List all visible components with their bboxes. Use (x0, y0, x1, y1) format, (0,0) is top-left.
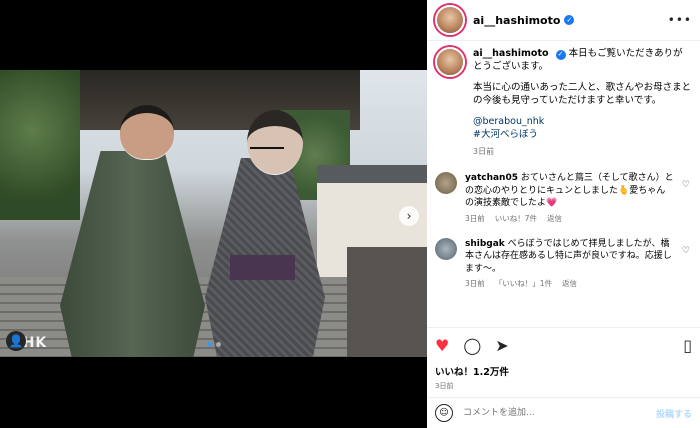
comment-composer: ☺ 投稿する (427, 397, 700, 428)
carousel-dot (215, 342, 221, 347)
caption-avatar[interactable] (435, 47, 465, 77)
caption-hashtag[interactable]: #大河べらぼう (473, 128, 692, 141)
share-icon[interactable]: ➤ (495, 338, 508, 354)
comment-time: 3日前 (465, 213, 485, 223)
comment-input[interactable] (461, 407, 648, 419)
comment-time: 3日前 (465, 279, 485, 288)
likes-count[interactable]: いいね！1.2万件 (427, 364, 700, 378)
user-tag-icon[interactable]: 👤 (6, 331, 26, 351)
post-media[interactable]: NHK 👤 › (0, 0, 427, 428)
reply-button[interactable]: 返信 (547, 213, 562, 224)
header-username[interactable]: ai__hashimoto (473, 14, 560, 27)
comment-heart-icon[interactable]: ♡ (682, 246, 690, 256)
caption-username[interactable]: ai__hashimoto (473, 48, 549, 59)
caption-mention[interactable]: @berabou_nhk (473, 115, 692, 128)
caption-time: 3日前 (473, 147, 495, 156)
reply-button[interactable]: 返信 (562, 278, 577, 289)
heart-icon[interactable]: ♥ (435, 338, 449, 354)
man-in-kimono (60, 105, 205, 357)
verified-badge-icon: ✓ (555, 49, 566, 60)
verified-badge-icon: ✓ (564, 15, 575, 25)
post-photo: NHK 👤 › (0, 70, 427, 357)
comment-likes[interactable]: 「いいね！」1件 (495, 278, 552, 289)
carousel-dot-active (206, 342, 212, 347)
comment-heart-icon[interactable]: ♡ (682, 180, 690, 190)
emoji-icon[interactable]: ☺ (435, 404, 453, 422)
carousel-dots (0, 342, 427, 347)
comment-avatar[interactable] (435, 237, 457, 260)
action-bar: ♥ ◯ ➤ ▯ (427, 327, 700, 364)
post-sidebar: ai__hashimoto ✓ ••• ai__hashimoto ✓ 本日もご… (427, 0, 700, 428)
avatar[interactable] (435, 5, 465, 35)
comment-item: shibgak べらぼうではじめて拝見しましたが、橋本さんは存在感あるし特に声が… (435, 237, 692, 290)
comment-likes[interactable]: いいね！7件 (495, 213, 537, 224)
caption: ai__hashimoto ✓ 本日もご覧いただきありがとうございます。 本当に… (435, 47, 692, 158)
comments-area[interactable]: ai__hashimoto ✓ 本日もご覧いただきありがとうございます。 本当に… (427, 41, 700, 327)
caption-line2: 本当に心の通いあった二人と、歌さんやお母さまとの今後も見守っていただけますと幸い… (473, 82, 692, 106)
comment-icon[interactable]: ◯ (463, 338, 481, 354)
comment-item: yatchan05 おていさんと蔦三（そして歌さん）との恋心のやりとりにキュンと… (435, 172, 692, 224)
more-options-icon[interactable]: ••• (668, 13, 692, 27)
woman-in-kimono (205, 110, 325, 357)
comment-username[interactable]: shibgak (465, 239, 505, 249)
comment-username[interactable]: yatchan05 (465, 173, 518, 183)
chevron-right-icon[interactable]: › (399, 206, 419, 226)
post-comment-button[interactable]: 投稿する (656, 407, 692, 420)
post-date: 3日前 (435, 382, 454, 390)
comment-avatar[interactable] (435, 172, 457, 194)
bookmark-icon[interactable]: ▯ (683, 338, 692, 354)
post-header: ai__hashimoto ✓ ••• (427, 0, 700, 41)
